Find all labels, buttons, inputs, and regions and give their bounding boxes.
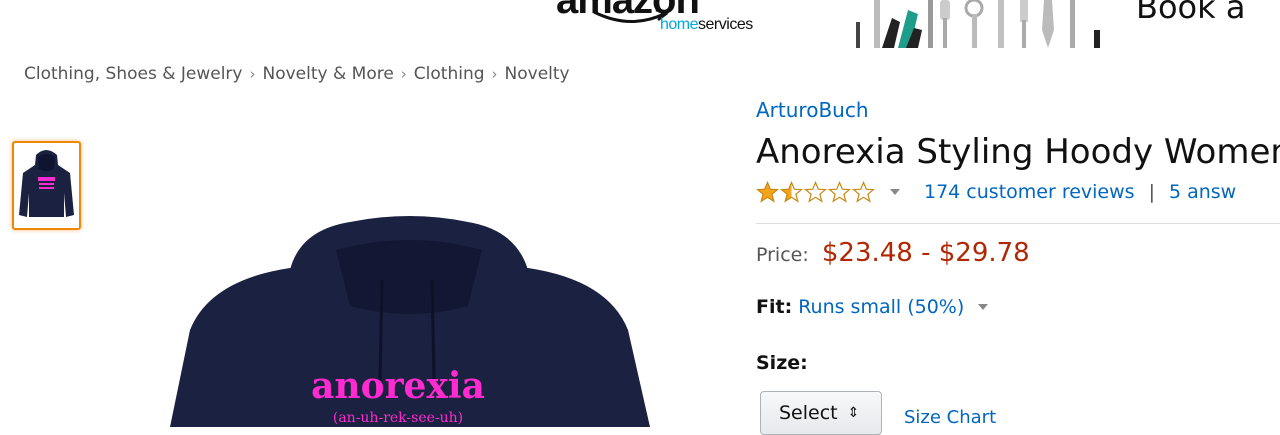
product-title: Anorexia Styling Hoody Women (756, 132, 1280, 172)
breadcrumb-separator: › (491, 65, 498, 83)
product-thumbnail[interactable] (12, 141, 81, 230)
hoodie-print-main: anorexia (311, 365, 485, 407)
size-label: Size: (756, 352, 808, 374)
divider (756, 223, 1280, 224)
home-word: home (660, 16, 699, 33)
star-icon (756, 181, 779, 203)
chevron-down-icon[interactable] (890, 188, 900, 196)
star-icon (852, 181, 875, 203)
fit-row: Fit: Runs small (50%) (756, 296, 989, 318)
brand-link[interactable]: ArturoBuch (756, 98, 869, 122)
breadcrumb-separator: › (400, 65, 407, 83)
customer-reviews-link[interactable]: 174 customer reviews (924, 181, 1135, 203)
breadcrumb-separator: › (249, 65, 256, 83)
hoodie-thumbnail-image (19, 150, 74, 217)
star-icon (780, 181, 803, 203)
size-chart-link[interactable]: Size Chart (904, 407, 996, 428)
hoodie-print-sub: (an-uh-rek-see-uh) (333, 410, 463, 426)
breadcrumb-clothing-shoes-jewelry[interactable]: Clothing, Shoes & Jewelry (24, 64, 243, 84)
tools-illustration-icon (856, 0, 1100, 48)
size-select-value: Select (779, 402, 838, 424)
select-arrows-icon: ⇕ (847, 405, 860, 421)
amazon-home-services-logo[interactable]: amazon homeservices (556, 0, 796, 38)
chevron-down-icon[interactable] (978, 303, 989, 311)
breadcrumb-novelty[interactable]: Novelty (505, 64, 570, 84)
star-icon (828, 181, 851, 203)
price-row: Price: $23.48 - $29.78 (756, 238, 1030, 268)
hoodie-image: anorexia (an-uh-rek-see-uh) (170, 216, 650, 427)
size-select-dropdown[interactable]: Select ⇕ (760, 391, 882, 435)
ad-cta-text[interactable]: Book a (1136, 0, 1245, 26)
star-rating[interactable] (756, 181, 876, 203)
home-services-text: homeservices (660, 16, 753, 34)
product-main-image[interactable]: anorexia (an-uh-rek-see-uh) (150, 210, 670, 427)
breadcrumb: Clothing, Shoes & Jewelry › Novelty & More… (24, 64, 570, 84)
breadcrumb-novelty-more[interactable]: Novelty & More (263, 64, 394, 84)
fit-value-link[interactable]: Runs small (50%) (798, 296, 964, 318)
services-word: services (698, 16, 753, 33)
star-icon (804, 181, 827, 203)
rating-row: 174 customer reviews | 5 answ (756, 178, 1236, 206)
separator-pipe: | (1148, 181, 1155, 203)
price-label: Price: (756, 244, 809, 266)
answered-questions-link[interactable]: 5 answ (1169, 181, 1236, 203)
fit-label: Fit: (756, 296, 793, 318)
breadcrumb-clothing[interactable]: Clothing (414, 64, 485, 84)
price-value: $23.48 - $29.78 (821, 238, 1030, 268)
